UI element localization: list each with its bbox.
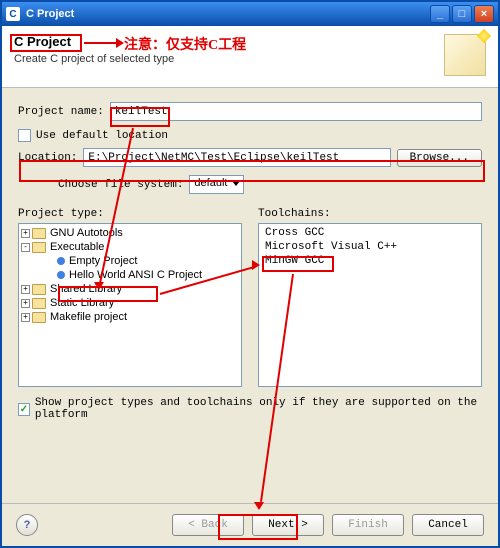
tree-node-gnu[interactable]: GNU Autotools <box>50 227 123 239</box>
toolchains-label: Toolchains: <box>258 208 482 220</box>
maximize-button[interactable]: □ <box>452 5 472 23</box>
toolchain-cross-gcc[interactable]: Cross GCC <box>261 226 479 240</box>
next-button[interactable]: Next > <box>252 514 324 536</box>
tree-node-hello-world[interactable]: Hello World ANSI C Project <box>69 269 202 281</box>
show-supported-only-label: Show project types and toolchains only i… <box>35 397 482 421</box>
help-button[interactable]: ? <box>16 514 38 536</box>
tree-node-makefile[interactable]: Makefile project <box>50 311 127 323</box>
folder-icon <box>32 242 46 253</box>
use-default-location-label: Use default location <box>36 130 168 142</box>
expand-icon[interactable]: + <box>21 285 30 294</box>
page-subtitle: Create C project of selected type <box>14 53 486 65</box>
tree-node-static-library[interactable]: Static Library <box>50 297 114 309</box>
cancel-button[interactable]: Cancel <box>412 514 484 536</box>
finish-button[interactable]: Finish <box>332 514 404 536</box>
bullet-icon <box>57 257 65 265</box>
back-button[interactable]: < Back <box>172 514 244 536</box>
folder-icon <box>32 284 46 295</box>
location-label: Location: <box>18 152 77 164</box>
wizard-icon <box>444 34 486 76</box>
titlebar: C C Project _ □ × <box>2 2 498 26</box>
toolchains-list[interactable]: Cross GCC Microsoft Visual C++ MinGW GCC <box>258 223 482 387</box>
app-icon: C <box>6 7 20 21</box>
bullet-icon <box>57 271 65 279</box>
expand-icon[interactable]: + <box>21 313 30 322</box>
minimize-button[interactable]: _ <box>430 5 450 23</box>
location-input[interactable] <box>83 148 390 167</box>
project-type-tree[interactable]: + GNU Autotools - Executable Empty Project… <box>18 223 242 387</box>
project-name-label: Project name: <box>18 106 104 118</box>
project-name-input[interactable] <box>110 102 482 121</box>
toolchain-msvc[interactable]: Microsoft Visual C++ <box>261 240 479 254</box>
toolchain-mingw[interactable]: MinGW GCC <box>261 254 479 268</box>
file-system-select[interactable]: default <box>189 175 244 194</box>
tree-node-executable[interactable]: Executable <box>50 241 104 253</box>
expand-icon[interactable]: + <box>21 229 30 238</box>
folder-icon <box>32 298 46 309</box>
folder-icon <box>32 228 46 239</box>
close-button[interactable]: × <box>474 5 494 23</box>
dialog-header: C Project Create C project of selected t… <box>2 26 498 88</box>
project-type-label: Project type: <box>18 208 242 220</box>
expand-icon[interactable]: + <box>21 299 30 308</box>
folder-icon <box>32 312 46 323</box>
file-system-label: Choose file system: <box>58 179 183 191</box>
tree-node-empty-project[interactable]: Empty Project <box>69 255 137 267</box>
collapse-icon[interactable]: - <box>21 243 30 252</box>
window-title: C Project <box>26 8 430 20</box>
tree-node-shared-library[interactable]: Shared Library <box>50 283 122 295</box>
show-supported-only-checkbox[interactable] <box>18 403 30 416</box>
page-title: C Project <box>14 34 71 49</box>
browse-button[interactable]: Browse... <box>397 149 482 167</box>
use-default-location-checkbox[interactable] <box>18 129 31 142</box>
